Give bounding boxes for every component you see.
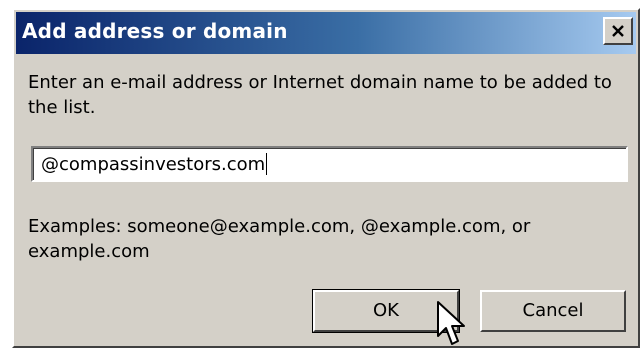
examples-text: Examples: someone@example.com, @example.… [28, 216, 531, 262]
address-input-value[interactable]: @compassinvestors.com [41, 153, 268, 175]
dialog-title: Add address or domain [22, 19, 288, 43]
prompt-text: Enter an e-mail address or Internet doma… [28, 72, 612, 118]
title-bar: Add address or domain [16, 12, 636, 54]
add-address-dialog: Add address or domain Enter an e-mail ad… [12, 8, 640, 348]
address-input[interactable]: @compassinvestors.com [31, 146, 628, 182]
close-icon [612, 25, 624, 37]
cancel-button[interactable]: Cancel [480, 290, 626, 332]
close-button[interactable] [603, 17, 633, 45]
mouse-pointer-icon [437, 301, 465, 345]
text-caret [266, 153, 268, 175]
